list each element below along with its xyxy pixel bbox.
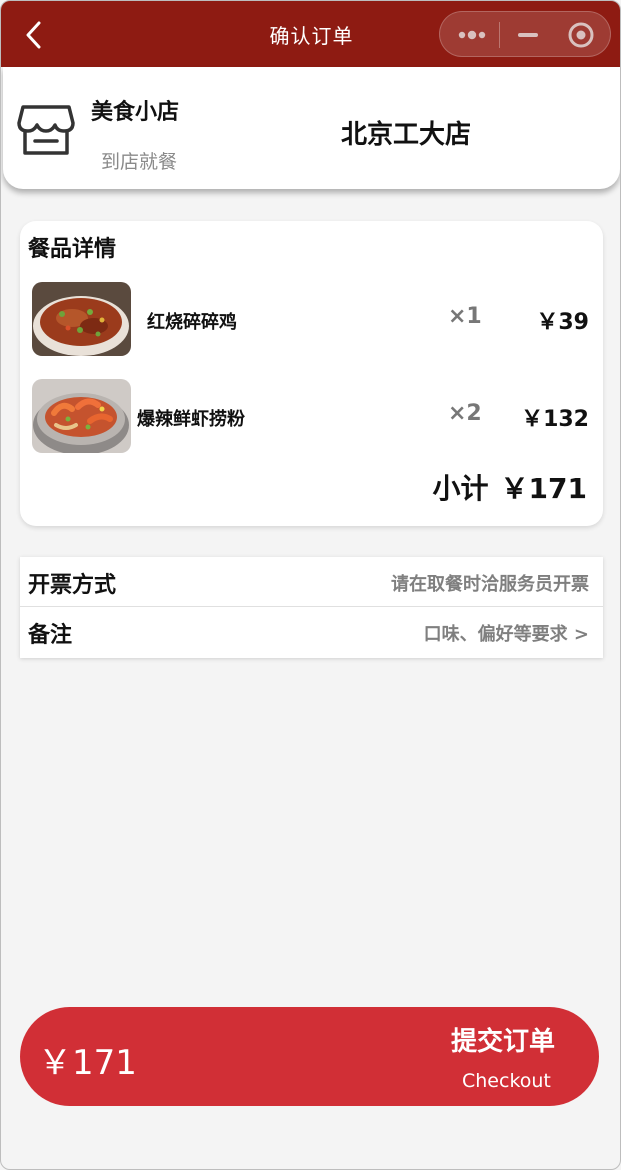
mini-program-capsule [439, 11, 611, 57]
remark-input-link[interactable]: 口味、偏好等要求 > [424, 620, 589, 646]
shop-name: 美食小店 [91, 100, 180, 125]
details-title: 餐品详情 [28, 237, 117, 262]
close-button[interactable] [558, 12, 604, 58]
order-total: ￥171 [38, 1043, 137, 1083]
remark-label: 备注 [28, 623, 73, 648]
checkout-button[interactable]: ￥171 提交订单 Checkout [20, 1007, 599, 1106]
order-item: 爆辣鲜虾捞粉 ×2 ￥132 [20, 379, 603, 455]
order-details-card: 餐品详情 红烧碎碎鸡 ×1 ￥39 爆辣鲜虾捞粉 ×2 ￥132 小计 ￥171 [20, 221, 603, 526]
order-item: 红烧碎碎鸡 ×1 ￥39 [20, 282, 603, 358]
item-name: 红烧碎碎鸡 [147, 312, 237, 333]
invoice-label: 开票方式 [28, 573, 117, 598]
shop-branch: 北京工大店 [341, 120, 472, 150]
item-price: ￥132 [521, 407, 589, 432]
submit-order-label: 提交订单 [451, 1027, 556, 1057]
item-name: 爆辣鲜虾捞粉 [137, 409, 245, 430]
spicy-shrimp-noodle-photo [32, 379, 131, 453]
invoice-hint: 请在取餐时洽服务员开票 [391, 574, 589, 595]
capsule-divider [499, 22, 500, 48]
shop-header: 美食小店 到店就餐 北京工大店 [3, 67, 620, 189]
order-options: 开票方式 请在取餐时洽服务员开票 备注 口味、偏好等要求 > [20, 557, 603, 658]
more-dots-icon [458, 30, 486, 40]
nav-bar: 确认订单 [1, 1, 620, 67]
more-button[interactable] [452, 12, 496, 58]
minimize-button[interactable] [506, 12, 550, 58]
store-icon [17, 101, 75, 159]
subtotal-label: 小计 [432, 472, 489, 505]
app-frame: 确认订单 美食小店 到店就餐 北京工大店 餐品详情 红烧碎碎鸡 ×1 ￥39 爆… [0, 0, 621, 1170]
item-quantity: ×2 [448, 401, 482, 426]
target-close-icon [568, 22, 594, 48]
item-price: ￥39 [536, 310, 589, 335]
invoice-row: 开票方式 请在取餐时洽服务员开票 [20, 557, 603, 607]
minimize-icon [518, 33, 538, 37]
braised-chicken-photo [32, 282, 131, 356]
subtotal-value: ￥171 [500, 472, 587, 505]
subtotal: 小计 ￥171 [433, 467, 587, 507]
remark-row[interactable]: 备注 口味、偏好等要求 > [20, 607, 603, 657]
item-quantity: ×1 [448, 304, 482, 329]
checkout-sublabel: Checkout [462, 1070, 551, 1092]
dining-mode: 到店就餐 [101, 151, 178, 173]
